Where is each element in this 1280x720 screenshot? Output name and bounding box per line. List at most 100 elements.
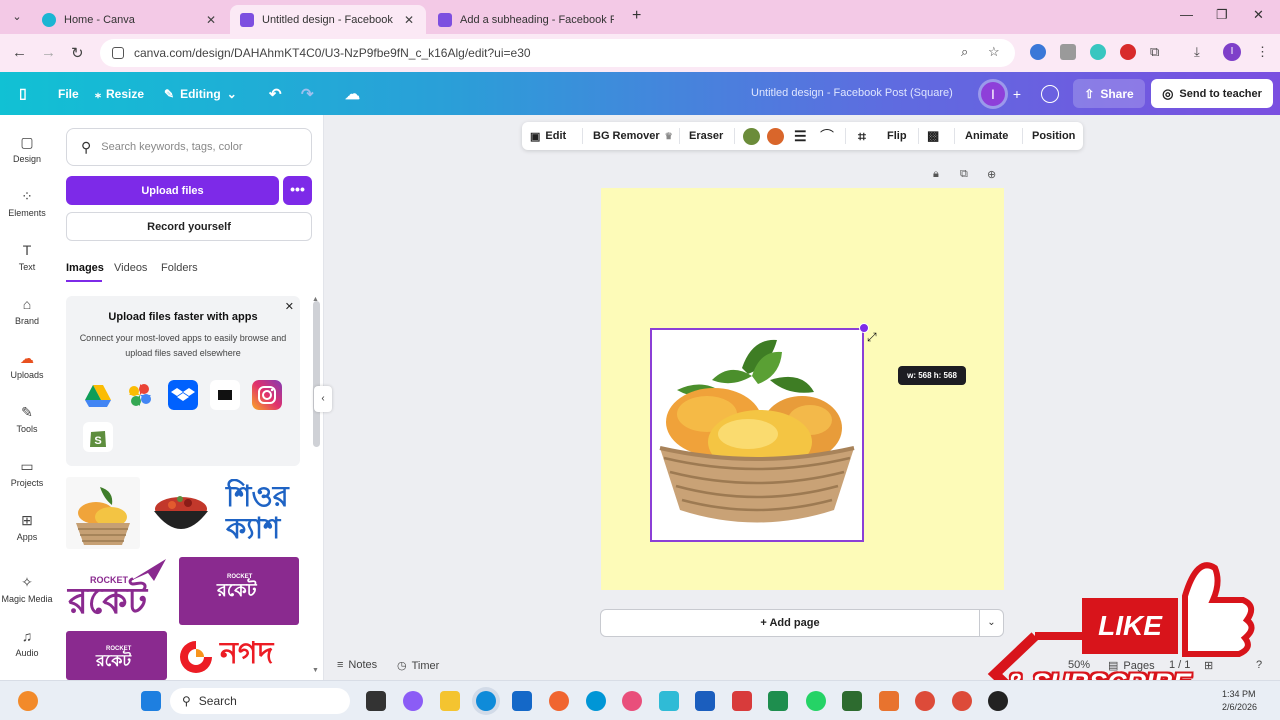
app-icon[interactable] (842, 691, 862, 711)
mango-basket-thumbnail[interactable] (66, 477, 140, 549)
maximize-icon[interactable]: ❐ (1216, 7, 1228, 23)
animate-button[interactable]: Animate (965, 122, 1008, 150)
forward-icon[interactable]: → (41, 44, 56, 61)
cloud-save-icon[interactable]: ☁ (345, 72, 360, 115)
firefox-dev-icon[interactable] (622, 691, 642, 711)
back-icon[interactable]: ← (12, 44, 27, 61)
undo-icon[interactable]: ↶ (269, 72, 282, 115)
app-icon[interactable] (879, 691, 899, 711)
rocket-purple-thumbnail-2[interactable]: ROCKET রকেট (66, 631, 167, 680)
start-windows-icon[interactable] (141, 691, 161, 711)
add-collaborator-icon[interactable]: + (1005, 82, 1029, 106)
edge-icon[interactable] (476, 691, 496, 711)
notes-button[interactable]: ≡ Notes (337, 659, 377, 671)
system-clock[interactable]: 1:34 PM 2/6/2026 (1222, 688, 1257, 714)
nagad-logo-thumbnail[interactable]: নগদ (174, 631, 300, 680)
collapse-panel-button[interactable]: ‹ (314, 386, 332, 412)
lock-page-icon[interactable]: 🔒︎ (933, 168, 939, 181)
editing-mode-button[interactable]: ✎ Editing ⌄ (164, 72, 237, 115)
rail-item-brand[interactable]: ⌂ Brand (0, 296, 54, 326)
pdf-icon[interactable] (732, 691, 752, 711)
duplicate-page-icon[interactable]: ⧉ (960, 168, 968, 181)
resize-button[interactable]: ⁎ Resize (95, 72, 144, 115)
comment-icon[interactable] (1041, 85, 1059, 103)
bookmark-star-icon[interactable]: ☆ (988, 44, 1000, 60)
firefox-icon[interactable] (549, 691, 569, 711)
app-icon[interactable] (988, 691, 1008, 711)
browser-menu-icon[interactable]: ⋮ (1256, 44, 1269, 60)
file-explorer-icon[interactable] (440, 691, 460, 711)
close-icon[interactable]: ✕ (204, 13, 218, 27)
design-title[interactable]: Untitled design - Facebook Post (Square) (751, 87, 953, 99)
extensions-puzzle-icon[interactable]: ⧉ (1150, 44, 1159, 60)
window-close-icon[interactable]: ✕ (1253, 7, 1264, 23)
store-icon[interactable] (512, 691, 532, 711)
chrome-icon[interactable] (915, 691, 935, 711)
panel-scrollbar[interactable] (313, 301, 320, 447)
add-page-icon[interactable]: ⊕ (987, 168, 996, 181)
add-page-button[interactable]: + Add page (600, 609, 980, 637)
extension-icon[interactable] (1060, 44, 1076, 60)
file-menu[interactable]: File (58, 72, 79, 115)
food-bowl-thumbnail[interactable] (144, 477, 218, 549)
task-view-icon[interactable] (366, 691, 386, 711)
close-icon[interactable]: ✕ (402, 13, 416, 27)
whatsapp-icon[interactable] (806, 691, 826, 711)
rocket-purple-thumbnail[interactable]: ROCKET রকেট (179, 557, 299, 625)
more-options-button[interactable]: ••• (283, 176, 312, 205)
rocket-logo-thumbnail[interactable]: ROCKET রকেট (66, 557, 174, 625)
search-input[interactable]: ⚲ Search keywords, tags, color (66, 128, 312, 166)
transparency-icon[interactable]: ▩ (927, 122, 939, 150)
tab-search-icon[interactable]: ⌄ (8, 8, 26, 26)
rail-item-elements[interactable]: ⁘ Elements (0, 188, 54, 218)
instagram-icon[interactable] (252, 380, 282, 410)
send-to-teacher-button[interactable]: ◎ Send to teacher (1151, 79, 1273, 108)
rail-item-design[interactable]: ▢ Design (0, 134, 54, 164)
timer-button[interactable]: ◷ Timer (397, 659, 439, 672)
extension-icon[interactable] (1120, 44, 1136, 60)
collaborator-avatar[interactable]: I (981, 82, 1005, 106)
rail-item-tools[interactable]: ✎ Tools (0, 404, 54, 434)
profile-avatar[interactable]: I (1223, 43, 1241, 61)
eraser-button[interactable]: Eraser (689, 122, 723, 150)
share-button[interactable]: ⇧ Share (1073, 79, 1145, 108)
rail-item-magic-media[interactable]: ✧ Magic Media (0, 574, 54, 604)
color-swatch-orange[interactable] (767, 128, 784, 145)
new-tab-icon[interactable]: + (632, 7, 641, 25)
hp-icon[interactable] (586, 691, 606, 711)
copilot-icon[interactable] (403, 691, 423, 711)
crop-icon[interactable]: ⌗ (858, 122, 866, 150)
rail-item-text[interactable]: T Text (0, 242, 54, 272)
flip-button[interactable]: Flip (887, 122, 907, 150)
redo-icon[interactable]: ↷ (301, 72, 314, 115)
url-field[interactable]: canva.com/design/DAHAhmKT4C0/U3-NzP9fbe9… (100, 39, 1015, 67)
tab-images[interactable]: Images (66, 262, 104, 274)
shopify-icon[interactable]: S (83, 422, 113, 452)
reload-icon[interactable]: ↻ (71, 44, 84, 62)
rail-item-audio[interactable]: ♫ Audio (0, 628, 54, 658)
menu-toggle-icon[interactable]: ▯ (19, 72, 27, 115)
taskbar-search[interactable]: ⚲ Search (170, 688, 350, 714)
capcut-icon[interactable] (210, 380, 240, 410)
color-swatch-green[interactable] (743, 128, 760, 145)
rail-item-projects[interactable]: ▭ Projects (0, 458, 54, 488)
tab-videos[interactable]: Videos (114, 262, 147, 274)
google-photos-icon[interactable] (125, 380, 155, 410)
tab-home-canva[interactable]: Home - Canva ✕ (32, 5, 228, 34)
outlook-icon[interactable] (695, 691, 715, 711)
rail-item-uploads[interactable]: ☁ Uploads (0, 350, 54, 380)
app-icon[interactable] (659, 691, 679, 711)
tab-add-subheading[interactable]: Add a subheading - Facebook P (428, 5, 624, 34)
position-button[interactable]: Position (1032, 122, 1075, 150)
zoom-icon[interactable]: ⌕ (961, 44, 968, 60)
site-info-icon[interactable] (112, 47, 124, 59)
excel-icon[interactable] (768, 691, 788, 711)
dropbox-icon[interactable] (168, 380, 198, 410)
upload-files-button[interactable]: Upload files (66, 176, 279, 205)
tab-untitled-design[interactable]: Untitled design - Facebook Post ✕ (230, 5, 426, 34)
scroll-down-arrow-icon[interactable]: ▼ (312, 667, 319, 674)
sure-cash-logo-thumbnail[interactable]: শিওর ক্যাশ (222, 479, 300, 547)
corner-rounding-icon[interactable]: ⌒ (820, 122, 834, 150)
weather-icon[interactable] (18, 691, 38, 711)
tab-folders[interactable]: Folders (161, 262, 198, 274)
